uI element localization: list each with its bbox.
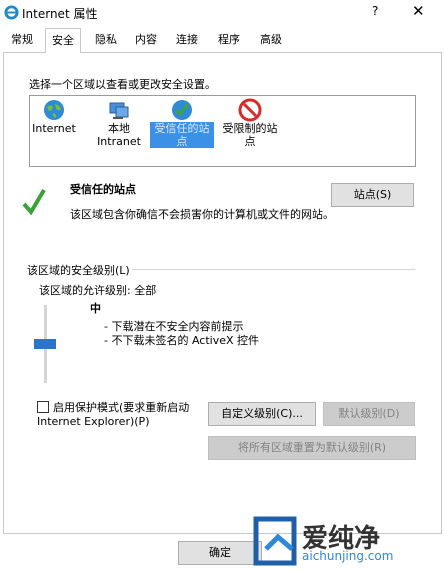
zone-restricted-sites[interactable]: 受限制的站 点	[216, 98, 284, 148]
reset-all-zones-button[interactable]: 将所有区域重置为默认级别(R)	[208, 436, 416, 460]
default-level-button[interactable]: 默认级别(D)	[323, 402, 415, 426]
zone-prompt: 选择一个区域以查看或更改安全设置。	[29, 78, 216, 91]
security-level-label: 该区域的安全级别(L)	[25, 262, 132, 278]
checkmark-icon	[22, 188, 46, 216]
level-description: - 下载潜在不安全内容前提示 - 不下载未签名的 ActiveX 控件	[104, 320, 259, 348]
zone-label: 本地 Intranet	[97, 122, 141, 148]
custom-level-button[interactable]: 自定义级别(C)...	[208, 402, 316, 426]
zone-intranet[interactable]: 本地 Intranet	[88, 98, 150, 148]
internet-explorer-icon	[4, 5, 19, 20]
window-title: Internet 属性	[22, 7, 98, 21]
level-bullet: - 不下载未签名的 ActiveX 控件	[104, 334, 260, 347]
zone-label: Internet	[32, 122, 76, 135]
no-entry-icon	[238, 98, 262, 122]
help-button[interactable]: ?	[372, 4, 378, 18]
globe-icon	[44, 100, 64, 120]
security-slider-thumb[interactable]	[34, 339, 56, 349]
allowed-level: 该区域的允许级别: 全部	[39, 284, 157, 297]
intranet-icon	[109, 102, 129, 119]
zone-label: 受限制的站 点	[222, 122, 278, 148]
tab-general[interactable]: 常规	[5, 30, 39, 50]
zones-list: Internet 本地 Intranet 受信任的站 点 受限制的站 点	[29, 95, 416, 167]
zone-label: 受信任的站 点	[150, 122, 214, 148]
zone-internet[interactable]: Internet	[30, 98, 78, 135]
zone-title: 受信任的站点	[70, 183, 136, 196]
level-bullet: - 下载潜在不安全内容前提示	[104, 320, 244, 333]
zone-trusted-sites[interactable]: 受信任的站 点	[150, 98, 214, 148]
sites-button[interactable]: 站点(S)	[331, 183, 414, 207]
title-bar: Internet 属性 ? ✕	[0, 0, 444, 26]
check-globe-icon	[172, 100, 192, 120]
protected-mode-label: 启用保护模式(要求重新启动 Internet Explorer)(P)	[37, 401, 190, 428]
close-button[interactable]: ✕	[412, 2, 425, 20]
zone-description: 该区域包含你确信不会损害你的计算机或文件的网站。	[70, 208, 334, 221]
tab-bar: 常规 安全 隐私 内容 连接 程序 高级	[0, 28, 444, 53]
tab-advanced[interactable]: 高级	[254, 30, 288, 50]
protected-mode-option[interactable]: 启用保护模式(要求重新启动 Internet Explorer)(P)	[37, 401, 189, 429]
tab-content[interactable]: 内容	[129, 30, 163, 50]
tab-security[interactable]: 安全	[45, 28, 81, 53]
watermark-url: aichunjing.com	[302, 549, 394, 563]
level-name: 中	[90, 302, 101, 315]
tab-programs[interactable]: 程序	[212, 30, 246, 50]
tab-privacy[interactable]: 隐私	[89, 30, 123, 50]
tab-connections[interactable]: 连接	[170, 30, 204, 50]
protected-mode-checkbox[interactable]	[37, 401, 49, 413]
